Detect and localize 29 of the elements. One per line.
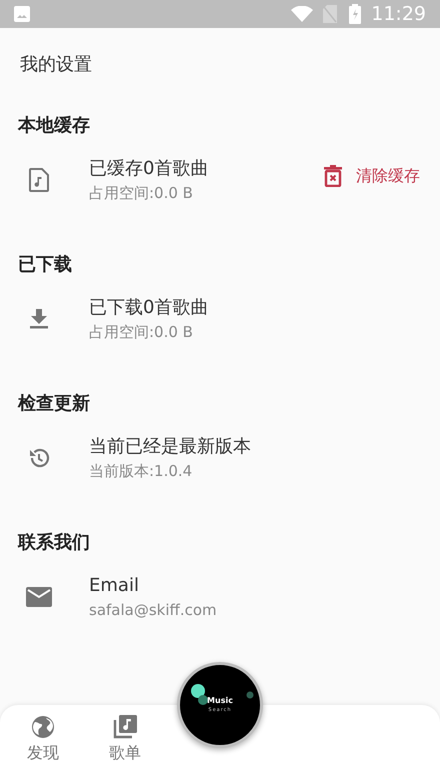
nav-tab[interactable]: 发现 [2,715,84,765]
globe-icon [31,715,55,739]
music-library-icon [113,715,137,739]
wifi-icon [291,6,314,22]
logo-title: Music [207,696,233,706]
item-subtitle: 占用空间:0.0 B [89,322,194,343]
nav-tab[interactable]: 歌单 [84,715,166,765]
item-title: Email [89,574,140,598]
item-subtitle: safala@skiff.com [89,600,218,621]
battery-charging-icon [349,4,362,24]
item-title: 当前已经是最新版本 [89,435,252,459]
no-sim-icon [323,5,338,23]
history-icon [27,446,51,470]
section-title: 联系我们 [18,530,90,554]
section-title: 本地缓存 [18,114,90,138]
music-file-icon [29,168,49,192]
image-icon [14,6,30,22]
mail-icon [26,587,52,607]
item-subtitle: 占用空间:0.0 B [89,183,194,204]
download-icon [30,309,48,329]
item-title: 已下载0首歌曲 [89,296,210,320]
section-title: 已下载 [18,252,72,276]
section-title: 检查更新 [18,392,90,416]
item-subtitle: 当前版本:1.0.4 [89,461,194,482]
delete-icon [324,165,342,187]
page-title: 我的设置 [20,52,92,76]
item-title: 已缓存0首歌曲 [89,157,210,181]
status-time: 11:29 [371,2,426,27]
clear-cache-button[interactable]: 清除缓存 [324,164,420,188]
